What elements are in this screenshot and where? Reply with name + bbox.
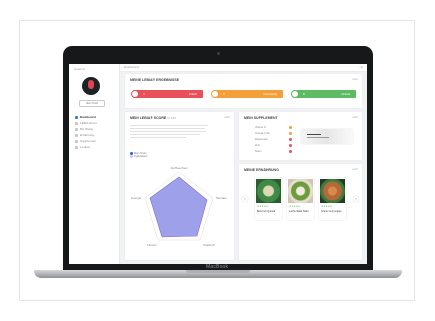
result-label: Grenzwertig — [263, 92, 277, 96]
score-description — [130, 125, 208, 140]
critical-icon — [131, 90, 139, 98]
supplement-card: MEIN SUPPLEMENT mehr Vitamin D Omega-3 Ö… — [239, 112, 362, 160]
sidebar-item-label: Lexikon — [80, 145, 91, 149]
result-label: Kritisch — [188, 92, 197, 96]
results-more-link[interactable]: mehr — [352, 78, 358, 81]
nutrition-more-link[interactable]: mehr — [352, 168, 358, 171]
sidebar-item-label: Ernährung — [80, 133, 95, 137]
sidebar-item-label: LEBIA Score — [80, 121, 98, 125]
status-dot — [289, 126, 292, 129]
laptop-notch — [186, 270, 250, 273]
search-icon[interactable]: ⌕ ⚙ — [358, 65, 363, 69]
chevron-left-icon[interactable]: ‹ — [242, 196, 248, 202]
score-card: MEIN LEBIA® SCORE 03.2021 mehr Mein Scor… — [125, 112, 234, 260]
results-title: MEINE LEBIA® ERGEBNISSE — [130, 78, 180, 82]
check-icon — [291, 90, 299, 98]
results-card: MEINE LEBIA® ERGEBNISSE mehr 3 Kritisch … — [125, 74, 362, 108]
warning-icon — [211, 90, 219, 98]
avatar[interactable] — [82, 77, 100, 95]
supplement-title: MEIN SUPPLEMENT — [244, 116, 278, 120]
device-brand: MacBook — [206, 264, 229, 270]
status-dot — [289, 138, 292, 141]
supplement-product-image[interactable] — [301, 129, 353, 144]
dashboard-icon — [75, 115, 78, 119]
app-screen: Gesund Mein Profil Dashboard LEBIA Score… — [69, 64, 367, 264]
food-card[interactable]: ★★★★★ Bowl mit Quinoa — [255, 178, 282, 220]
food-name: Bowl mit Quinoa — [257, 210, 276, 213]
food-card[interactable]: ★★★★★ Lachs Salat Teller — [287, 178, 314, 220]
axis-label: Energie — [131, 196, 142, 200]
bio-icon — [75, 127, 78, 131]
status-dot — [289, 144, 292, 147]
supplement-row: Selen — [255, 150, 262, 153]
supplement-more-link[interactable]: mehr — [352, 116, 358, 119]
supplement-row: Magnesium — [255, 138, 268, 141]
rating-stars: ★★★★★ — [257, 205, 269, 208]
score-more-link[interactable]: mehr — [224, 116, 230, 119]
chevron-right-icon[interactable]: › — [353, 196, 359, 202]
result-count: 8 — [303, 92, 305, 96]
result-pill-borderline[interactable]: 5 Grenzwertig — [211, 90, 283, 98]
radar-chart: Stoffwechsel Mentale Vitalstoff Fitness … — [131, 166, 227, 247]
result-pill-optimal[interactable]: 8 Optimal — [291, 90, 356, 98]
laptop: Gesund Mein Profil Dashboard LEBIA Score… — [63, 46, 373, 274]
supplement-row: Vitamin D — [255, 126, 266, 129]
legend-item: Optimalwert — [130, 155, 147, 158]
score-date: 03.2021 — [167, 117, 177, 120]
axis-label: Mentale — [216, 196, 227, 200]
sidebar-nav: Dashboard LEBIA Score Bio Werte Ernährun… — [75, 114, 97, 150]
food-image — [256, 179, 281, 203]
nutrition-icon — [75, 133, 78, 137]
profile-button[interactable]: Mein Profil — [79, 100, 105, 107]
result-count: 3 — [143, 92, 145, 96]
supplement-icon — [75, 139, 78, 143]
result-count: 5 — [223, 92, 225, 96]
status-dot — [289, 150, 292, 153]
supplement-row: Zink — [255, 144, 260, 147]
score-legend: Mein Score Optimalwert — [130, 152, 147, 158]
sidebar-item-label: Bio Werte — [80, 127, 94, 131]
sidebar-item-label: Supplement — [80, 139, 97, 143]
axis-label: Fitness — [147, 243, 157, 247]
score-icon — [75, 121, 78, 125]
axis-label: Stoffwechsel — [171, 166, 188, 170]
food-name: Grüne Currysuppe — [321, 210, 342, 213]
nutrition-card: MEINE ERNÄHRUNG mehr ‹ › ★★★★★ Bowl mit … — [239, 164, 362, 260]
legend-label: Optimalwert — [134, 155, 148, 159]
radar-area — [149, 176, 208, 238]
sidebar-item-label: Dashboard — [80, 115, 96, 119]
rating-stars: ★★★★★ — [289, 205, 301, 208]
axis-label: Vitalstoff — [203, 243, 215, 247]
score-title-text: MEIN LEBIA® SCORE — [130, 116, 167, 120]
score-title: MEIN LEBIA® SCORE 03.2021 — [130, 116, 176, 120]
food-image — [288, 179, 313, 203]
app-logo[interactable]: Gesund — [74, 67, 85, 71]
status-dot — [289, 132, 292, 135]
breadcrumb[interactable]: Dashboard — [124, 65, 139, 69]
supplement-row: Omega-3 Öle — [255, 132, 271, 135]
nutrition-title: MEINE ERNÄHRUNG — [244, 168, 279, 172]
sidebar-item-lexicon[interactable]: Lexikon — [75, 144, 97, 150]
food-name: Lachs Salat Teller — [289, 210, 309, 213]
camera-dot — [217, 52, 220, 55]
rating-stars: ★★★★★ — [321, 205, 333, 208]
top-bar: Dashboard ⌕ ⚙ — [120, 64, 367, 72]
result-pill-critical[interactable]: 3 Kritisch — [131, 90, 203, 98]
sidebar: Gesund Mein Profil Dashboard LEBIA Score… — [69, 64, 120, 264]
lexicon-icon — [75, 145, 78, 149]
result-label: Optimal — [341, 92, 350, 96]
food-image — [320, 179, 345, 203]
food-card[interactable]: ★★★★★ Grüne Currysuppe — [319, 178, 346, 220]
